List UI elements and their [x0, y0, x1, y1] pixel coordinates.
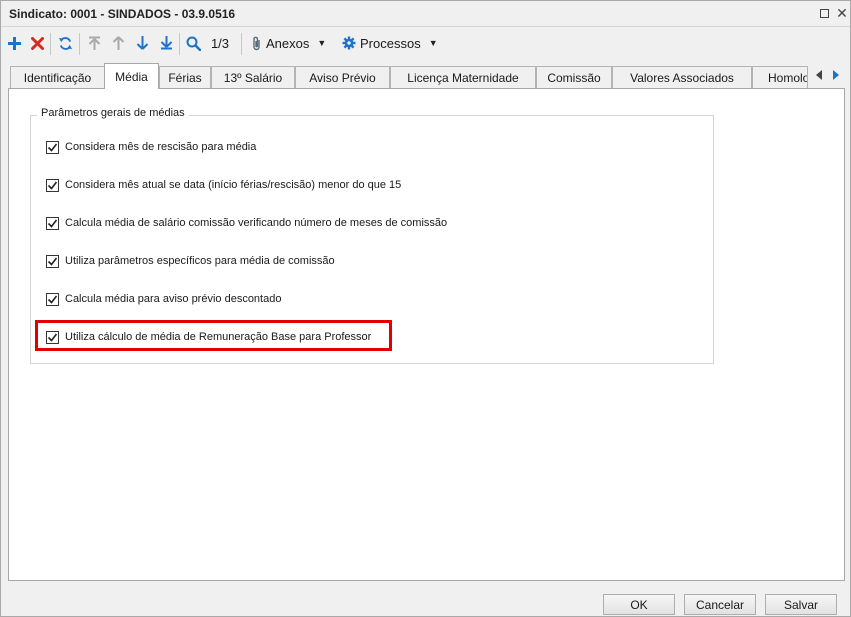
tab-aviso-previo[interactable]: Aviso Prévio — [295, 66, 390, 88]
anexos-menu[interactable]: Anexos ▼ — [252, 32, 332, 54]
tab-comissao[interactable]: Comissão — [536, 66, 612, 88]
record-counter: 1/3 — [210, 35, 230, 51]
group-title: Parâmetros gerais de médias — [37, 107, 189, 119]
refresh-button[interactable] — [56, 32, 74, 54]
toolbar-separator — [50, 33, 51, 55]
arrow-up-icon — [112, 36, 124, 50]
delete-x-icon — [30, 36, 44, 50]
tab-scroll-left-icon — [816, 70, 822, 80]
toolbar: 1/3 Anexos ▼ Processos ▼ — [1, 28, 850, 60]
tab-media[interactable]: Média — [104, 63, 159, 89]
save-button[interactable]: Salvar — [765, 594, 837, 615]
tab-content-media: Parâmetros gerais de médias Considera mê… — [8, 88, 845, 581]
option-considera-mes-rescisao[interactable]: Considera mês de rescisão para média — [46, 139, 256, 155]
arrow-down-icon — [136, 36, 148, 50]
cancel-button[interactable]: Cancelar — [684, 594, 756, 615]
checkmark-icon — [47, 295, 58, 304]
paperclip-icon — [253, 36, 260, 50]
checkmark-icon — [47, 143, 58, 152]
tab-scroll-right-button[interactable] — [827, 66, 845, 84]
dialog-window: Sindicato: 0001 - SINDADOS - 03.9.0516 ✕ — [0, 0, 851, 617]
delete-button[interactable] — [28, 32, 46, 54]
checkbox[interactable] — [46, 178, 59, 192]
dialog-footer: OK Cancelar Salvar — [1, 582, 850, 616]
checkbox[interactable] — [46, 292, 59, 306]
option-considera-mes-atual[interactable]: Considera mês atual se data (início féri… — [46, 177, 401, 193]
refresh-icon — [58, 36, 72, 50]
plus-icon — [7, 36, 21, 50]
tab-ferias[interactable]: Férias — [159, 66, 211, 88]
tab-identificacao[interactable]: Identificação — [10, 66, 105, 88]
next-record-button[interactable] — [133, 32, 151, 54]
toolbar-separator — [179, 33, 180, 55]
tab-valores-associados[interactable]: Valores Associados — [612, 66, 752, 88]
processos-menu[interactable]: Processos ▼ — [342, 32, 438, 54]
tab-scroll-right-icon — [833, 70, 839, 80]
maximize-icon — [819, 8, 829, 18]
arrow-to-top-icon — [88, 36, 100, 50]
checkmark-icon — [47, 219, 58, 228]
checkbox[interactable] — [46, 216, 59, 230]
tab-homologacao[interactable]: Homolo — [752, 66, 808, 88]
tab-scroll-left-button[interactable] — [810, 66, 828, 84]
tab-licenca-maternidade[interactable]: Licença Maternidade — [390, 66, 536, 88]
chevron-down-icon: ▼ — [428, 38, 438, 48]
checkmark-icon — [47, 181, 58, 190]
add-button[interactable] — [5, 32, 23, 54]
checkbox[interactable] — [46, 140, 59, 154]
ok-button[interactable]: OK — [603, 594, 675, 615]
option-parametros-especificos-comissao[interactable]: Utiliza parâmetros específicos para médi… — [46, 253, 335, 269]
tab-13-salario[interactable]: 13º Salário — [211, 66, 295, 88]
last-record-button[interactable] — [157, 32, 175, 54]
tab-bar: Identificação Média Férias 13º Salário A… — [1, 63, 850, 89]
previous-record-button[interactable] — [109, 32, 127, 54]
chevron-down-icon: ▼ — [317, 38, 327, 48]
highlight-box — [35, 320, 392, 351]
gear-icon — [342, 36, 356, 50]
first-record-button[interactable] — [85, 32, 103, 54]
arrow-to-bottom-icon — [160, 36, 172, 50]
close-button[interactable]: ✕ — [835, 4, 849, 21]
title-bar: Sindicato: 0001 - SINDADOS - 03.9.0516 ✕ — [1, 1, 850, 27]
search-icon — [186, 36, 201, 51]
option-calcula-media-salario-comissao[interactable]: Calcula média de salário comissão verifi… — [46, 215, 447, 231]
toolbar-separator — [241, 33, 242, 55]
toolbar-separator — [79, 33, 80, 55]
maximize-button[interactable] — [817, 6, 831, 20]
checkmark-icon — [47, 257, 58, 266]
window-title: Sindicato: 0001 - SINDADOS - 03.9.0516 — [9, 7, 236, 21]
close-icon: ✕ — [836, 4, 848, 21]
search-button[interactable] — [184, 32, 202, 54]
checkbox[interactable] — [46, 254, 59, 268]
option-aviso-previo-descontado[interactable]: Calcula média para aviso prévio desconta… — [46, 291, 281, 307]
